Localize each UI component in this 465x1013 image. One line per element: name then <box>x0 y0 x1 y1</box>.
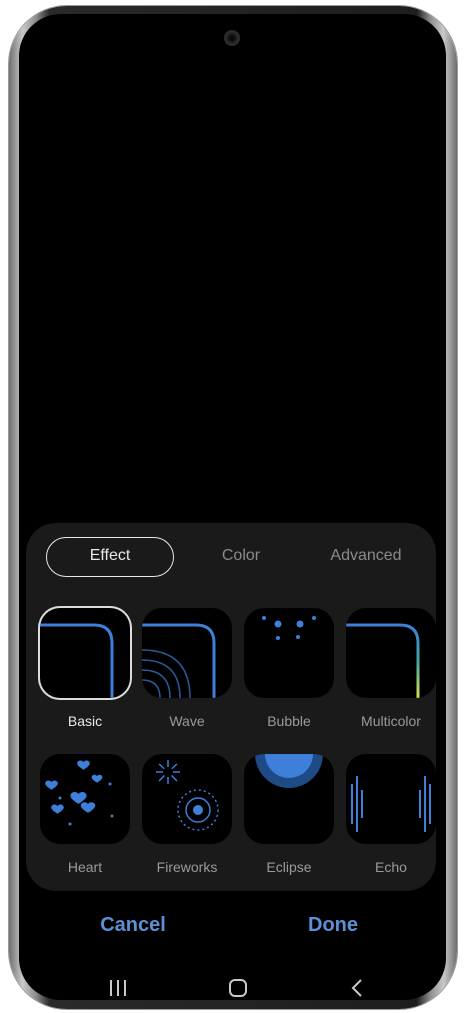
echo-effect-icon <box>351 776 431 832</box>
effect-label-fireworks: Fireworks <box>156 859 218 875</box>
fireworks-effect-icon <box>156 760 219 831</box>
screen: Effect Color Advanced Basic Wave Bubble … <box>19 14 446 1000</box>
effect-label-multicolor: Multicolor <box>361 713 421 729</box>
eclipse-effect-icon <box>255 754 323 788</box>
cancel-button[interactable]: Cancel <box>73 914 193 937</box>
home-icon[interactable] <box>227 977 249 999</box>
wave-effect-icon <box>142 623 216 698</box>
effect-tile-echo[interactable] <box>346 754 436 844</box>
effect-label-basic: Basic <box>67 713 103 729</box>
tab-advanced[interactable]: Advanced <box>316 537 416 575</box>
effect-label-wave: Wave <box>169 713 205 729</box>
effect-tile-fireworks[interactable] <box>142 754 232 844</box>
heart-effect-icon <box>45 760 114 826</box>
done-button[interactable]: Done <box>273 914 393 937</box>
multicolor-effect-icon <box>346 623 420 698</box>
effect-tile-wave[interactable] <box>142 608 232 698</box>
tab-effect[interactable]: Effect <box>46 537 174 577</box>
edge-lighting-style-panel: Effect Color Advanced Basic Wave Bubble … <box>26 523 436 891</box>
basic-effect-icon <box>40 623 114 698</box>
effect-tile-multicolor[interactable] <box>346 608 436 698</box>
tab-bar: Effect Color Advanced <box>26 537 436 579</box>
effect-tile-heart[interactable] <box>40 754 130 844</box>
effect-label-heart: Heart <box>67 859 103 875</box>
effect-label-bubble: Bubble <box>267 713 311 729</box>
back-icon[interactable] <box>349 977 365 999</box>
effect-label-eclipse: Eclipse <box>266 859 312 875</box>
effect-tile-eclipse[interactable] <box>244 754 334 844</box>
effect-tile-basic[interactable] <box>40 608 130 698</box>
effect-tile-bubble[interactable] <box>244 608 334 698</box>
recents-icon[interactable] <box>107 978 129 998</box>
effect-label-echo: Echo <box>375 859 407 875</box>
tab-color[interactable]: Color <box>196 537 286 575</box>
bubble-effect-icon <box>262 616 316 640</box>
front-camera-icon <box>224 30 240 46</box>
